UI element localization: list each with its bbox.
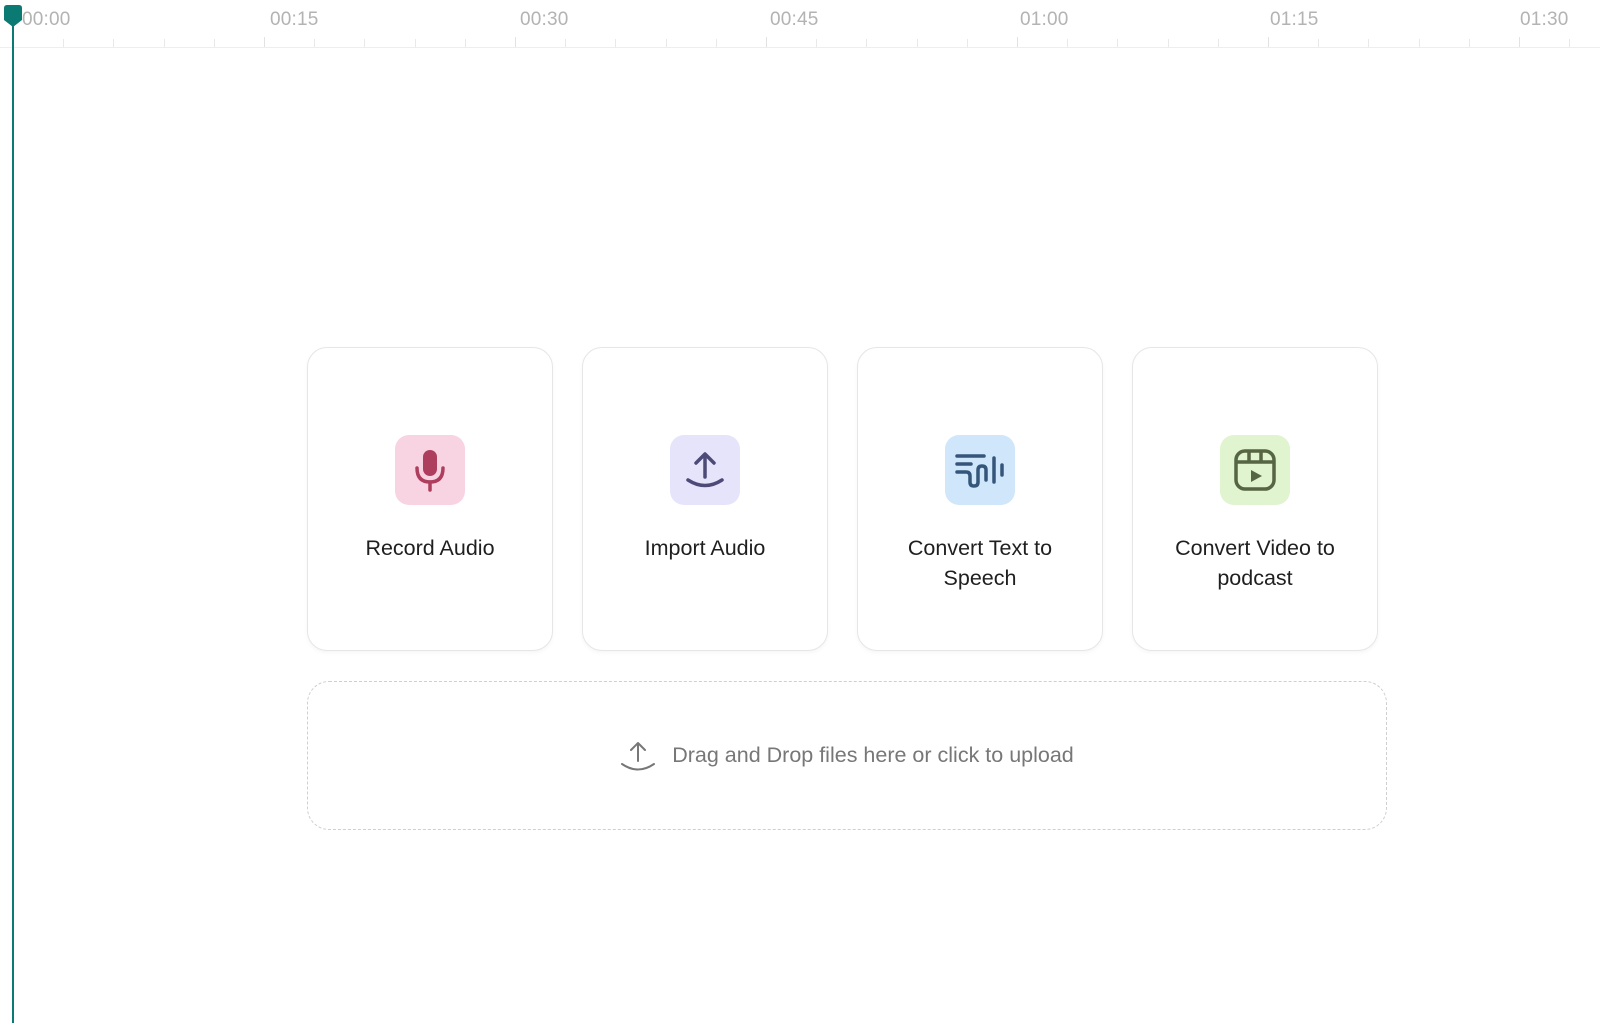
ruler-tick bbox=[1167, 39, 1169, 47]
ruler-tick bbox=[1017, 37, 1018, 47]
ruler-tick bbox=[63, 39, 65, 47]
video-reel-icon bbox=[1234, 449, 1276, 491]
text-to-speech-icon bbox=[955, 454, 1004, 488]
tick-label: 00:15 bbox=[270, 9, 319, 30]
ruler-tick bbox=[264, 37, 265, 47]
card-label: Import Audio bbox=[644, 536, 766, 560]
card-label: Record Audio bbox=[365, 536, 495, 560]
ruler-tick bbox=[916, 39, 918, 47]
ruler-tick bbox=[565, 39, 567, 47]
upload-icon bbox=[621, 741, 656, 770]
tick-label: 01:15 bbox=[1270, 9, 1319, 30]
ruler-tick bbox=[1268, 37, 1269, 47]
record-audio-card[interactable]: Record Audio bbox=[307, 347, 553, 651]
convert-video-to-podcast-card[interactable]: Convert Video to podcast bbox=[1132, 347, 1378, 651]
ruler-tick bbox=[1519, 37, 1520, 47]
ruler-tick bbox=[1468, 39, 1470, 47]
ruler-tick bbox=[1318, 39, 1320, 47]
icon-container bbox=[670, 435, 740, 505]
timeline-ruler[interactable]: 00:00 00:15 00:30 00:45 01:00 01:15 01:3… bbox=[0, 0, 1600, 48]
ruler-tick bbox=[1217, 39, 1219, 47]
ruler-tick bbox=[866, 39, 868, 47]
import-audio-card[interactable]: Import Audio bbox=[582, 347, 828, 651]
microphone-icon bbox=[415, 450, 445, 492]
tick-label: 00:00 bbox=[22, 9, 71, 30]
card-label: Convert Video to podcast bbox=[1175, 536, 1335, 590]
ruler-tick bbox=[414, 39, 416, 47]
dropzone-text: Drag and Drop files here or click to upl… bbox=[672, 743, 1074, 767]
ruler-tick bbox=[1418, 39, 1420, 47]
tick-label: 01:00 bbox=[1020, 9, 1069, 30]
tick-label: 00:45 bbox=[770, 9, 819, 30]
icon-container bbox=[395, 435, 465, 505]
tick-label: 01:30 bbox=[1520, 9, 1569, 30]
ruler-tick bbox=[766, 37, 767, 47]
ruler-tick bbox=[1569, 39, 1571, 47]
ruler-tick bbox=[515, 37, 516, 47]
ruler-tick bbox=[665, 39, 667, 47]
playhead-line[interactable] bbox=[12, 22, 14, 1023]
ruler-tick bbox=[163, 39, 165, 47]
ruler-tick bbox=[213, 39, 215, 47]
ruler-tick bbox=[314, 39, 316, 47]
convert-text-to-speech-card[interactable]: Convert Text to Speech bbox=[857, 347, 1103, 651]
ruler-tick bbox=[966, 39, 968, 47]
ruler-tick bbox=[364, 39, 366, 47]
ruler-tick bbox=[1117, 39, 1119, 47]
action-cards: Record Audio Import Audio Convert Text t… bbox=[307, 347, 1378, 651]
ruler-tick bbox=[1368, 39, 1370, 47]
ruler-tick bbox=[715, 39, 717, 47]
playhead-handle[interactable] bbox=[4, 5, 22, 27]
ruler-tick bbox=[1067, 39, 1069, 47]
upload-icon bbox=[686, 452, 724, 488]
ruler-tick bbox=[113, 39, 115, 47]
ruler-tick bbox=[615, 39, 617, 47]
tick-label: 00:30 bbox=[520, 9, 569, 30]
icon-container bbox=[945, 435, 1015, 505]
ruler-tick bbox=[464, 39, 466, 47]
card-label: Convert Text to Speech bbox=[907, 536, 1053, 590]
icon-container bbox=[1220, 435, 1290, 505]
ruler-tick bbox=[816, 39, 818, 47]
file-dropzone[interactable]: Drag and Drop files here or click to upl… bbox=[307, 681, 1387, 830]
